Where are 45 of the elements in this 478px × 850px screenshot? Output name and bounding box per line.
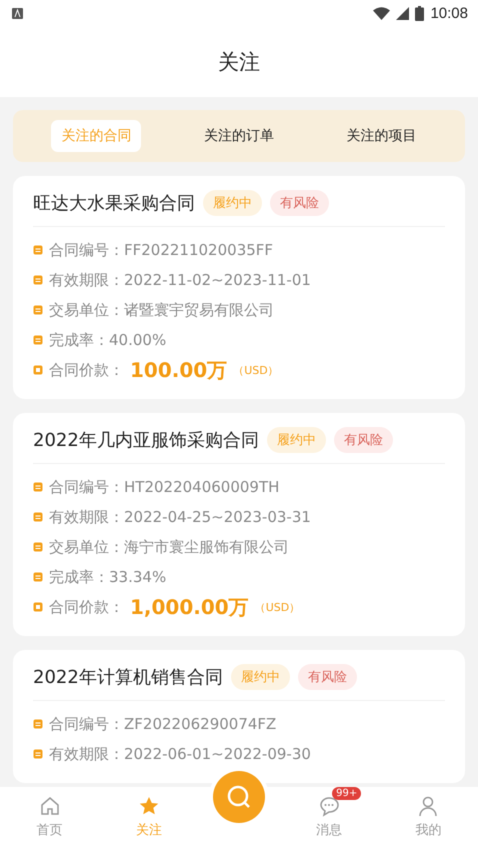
battery-icon xyxy=(415,6,424,20)
tab[interactable]: 关注的项目 xyxy=(336,120,427,152)
status-tag: 履约中 xyxy=(230,664,290,690)
chat-icon xyxy=(318,795,340,817)
tab[interactable]: 关注的订单 xyxy=(194,120,284,152)
risk-tag: 有风险 xyxy=(334,427,393,453)
field-label: 有效期限：2022-04-25~2023-03-31 xyxy=(49,508,311,526)
field-label: 合同编号：ZF202206290074FZ xyxy=(49,714,276,734)
coin-icon xyxy=(33,602,43,612)
contract-card[interactable]: 2022年几内亚服饰采购合同 履约中 有风险 合同编号：HT202204060009TH 有效期限：2022-04-25~2023-03-31 交易单位：海宁市寰尘服饰有限公司 完成率：33.34% 合同价款： 1,000.00万 （USD） xyxy=(13,413,465,636)
field-label: 合同编号：HT202204060009TH xyxy=(49,478,280,496)
search-icon xyxy=(226,784,252,810)
risk-tag: 有风险 xyxy=(298,664,357,690)
contract-card[interactable]: 旺达大水果采购合同 履约中 有风险 合同编号：FF202211020035FF 有效期限：2022-11-02~2023-11-01 交易单位：诸暨寰宇贸易有限公司 完成率：40.00% 合同价款： 100.00万 （USD） xyxy=(13,176,465,399)
field-label: 有效期限：2022-06-01~2022-09-30 xyxy=(49,744,311,764)
price-value: 100.00万 xyxy=(130,356,228,384)
price-unit: （USD） xyxy=(233,362,279,378)
page-title: 关注 xyxy=(218,48,260,76)
contract-title: 旺达大水果采购合同 xyxy=(33,192,195,215)
field-label: 合同价款： xyxy=(49,360,124,380)
count-badge: 99+ xyxy=(332,787,362,800)
field-label: 有效期限：2022-11-02~2023-11-01 xyxy=(49,270,311,290)
price-value: 1,000.00万 xyxy=(130,594,249,620)
home-icon xyxy=(38,795,61,817)
status-tag: 履约中 xyxy=(266,427,326,453)
contract-title: 2022年计算机销售合同 xyxy=(33,666,223,689)
notification-icon xyxy=(12,8,23,18)
user-icon xyxy=(417,795,440,817)
status-time: 10:08 xyxy=(430,4,468,22)
price-unit: （USD） xyxy=(254,600,300,614)
signal-icon xyxy=(396,6,410,20)
contract-title: 2022年几内亚服饰采购合同 xyxy=(33,429,259,452)
coin-icon xyxy=(33,365,43,375)
contract-card[interactable]: 2022年计算机销售合同 履约中 有风险 合同编号：ZF202206290074FZ 有效期限：2022-06-01~2022-09-30 xyxy=(13,650,465,783)
field-label: 合同价款： xyxy=(49,598,124,616)
field-label: 完成率：33.34% xyxy=(49,568,166,586)
field-label: 合同编号：FF202211020035FF xyxy=(49,240,274,260)
nav-item[interactable]: 消息 99+ xyxy=(294,787,364,839)
risk-tag: 有风险 xyxy=(270,190,329,216)
field-label: 完成率：40.00% xyxy=(49,330,166,350)
field-label: 交易单位：诸暨寰宇贸易有限公司 xyxy=(49,300,274,320)
star-icon xyxy=(138,795,160,817)
status-tag: 履约中 xyxy=(203,190,262,216)
wifi-icon xyxy=(373,6,390,20)
field-label: 交易单位：海宁市寰尘服饰有限公司 xyxy=(49,538,289,556)
